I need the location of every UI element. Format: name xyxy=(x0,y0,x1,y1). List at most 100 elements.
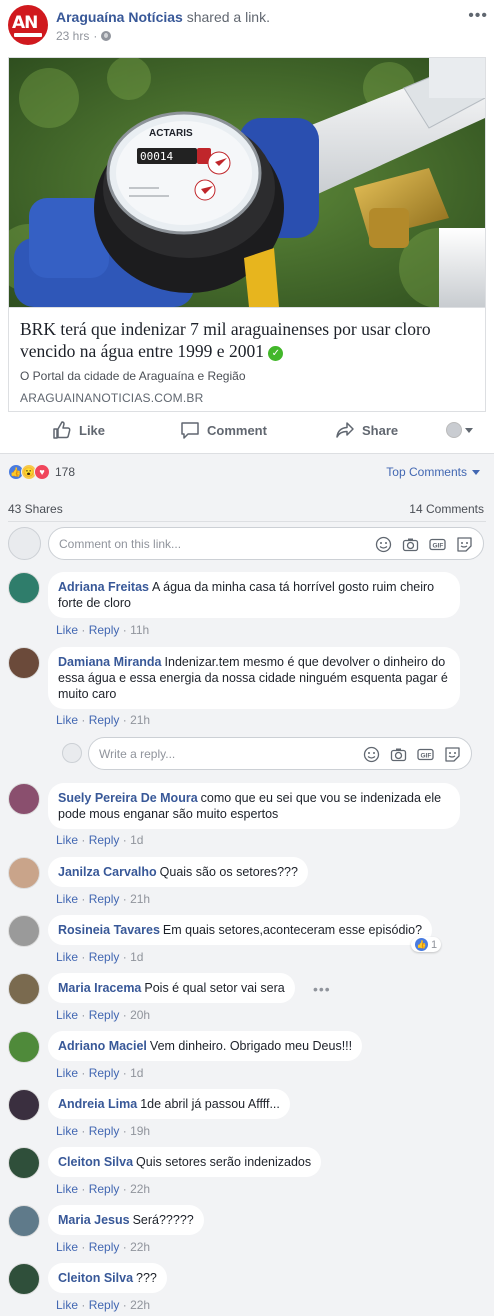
link-image[interactable]: ACTARIS 00014 xyxy=(9,58,485,307)
page-name-link[interactable]: Araguaína Notícias xyxy=(56,9,183,25)
globe-icon[interactable] xyxy=(101,31,112,41)
chevron-down-icon xyxy=(465,427,473,433)
comment-like-link[interactable]: Like xyxy=(56,833,78,847)
comment-time[interactable]: 22h xyxy=(130,1182,150,1196)
comment-time[interactable]: 20h xyxy=(130,1008,150,1022)
comment-text: Vem dinheiro. Obrigado meu Deus!!! xyxy=(149,1039,353,1053)
gif-icon[interactable]: GIF xyxy=(417,746,434,763)
gif-icon[interactable]: GIF xyxy=(429,536,446,553)
comment-time[interactable]: 1d xyxy=(130,833,143,847)
comment-like-link[interactable]: Like xyxy=(56,713,78,727)
comment-author[interactable]: Suely Pereira De Moura xyxy=(58,791,198,805)
comment-reply-link[interactable]: Reply xyxy=(89,1124,120,1138)
comment-like-link[interactable]: Like xyxy=(56,1066,78,1080)
post-as-selector[interactable] xyxy=(446,422,473,438)
comment-author[interactable]: Rosineia Tavares xyxy=(58,923,160,937)
commenter-avatar[interactable] xyxy=(8,1089,40,1121)
comment-like-link[interactable]: Like xyxy=(56,1182,78,1196)
comment-reply-link[interactable]: Reply xyxy=(89,1240,120,1254)
comment-button[interactable]: Comment xyxy=(180,420,267,440)
commenter-avatar[interactable] xyxy=(8,783,40,815)
commenter-avatar[interactable] xyxy=(8,973,40,1005)
commenter-avatar[interactable] xyxy=(8,857,40,889)
comment-time[interactable]: 1d xyxy=(130,950,143,964)
comment-sort-dropdown[interactable]: Top Comments xyxy=(386,465,480,479)
comment-like-link[interactable]: Like xyxy=(56,892,78,906)
shares-count[interactable]: 43 Shares xyxy=(8,502,63,516)
comment-reply-link[interactable]: Reply xyxy=(89,950,120,964)
shared-action-text: shared a link. xyxy=(186,9,270,25)
comment-text: Em quais setores,aconteceram esse episód… xyxy=(162,923,423,937)
comment-author[interactable]: Adriano Maciel xyxy=(58,1039,147,1053)
comment-reply-link[interactable]: Reply xyxy=(89,1182,120,1196)
comment-time[interactable]: 21h xyxy=(130,892,150,906)
comment-options-icon[interactable]: ••• xyxy=(313,981,331,997)
comment-time[interactable]: 19h xyxy=(130,1124,150,1138)
commenter-avatar[interactable] xyxy=(8,1205,40,1237)
comment-like-link[interactable]: Like xyxy=(56,1124,78,1138)
camera-icon[interactable] xyxy=(390,746,407,763)
comment-placeholder: Comment on this link... xyxy=(59,537,182,551)
comment-author[interactable]: Maria Jesus xyxy=(58,1213,130,1227)
commenter-avatar[interactable] xyxy=(8,572,40,604)
comment-meta: Like · Reply · 22h xyxy=(56,1240,151,1254)
comment-reply-link[interactable]: Reply xyxy=(89,833,120,847)
like-button[interactable]: Like xyxy=(52,420,105,440)
more-options-icon[interactable]: ••• xyxy=(468,7,488,25)
comment-author[interactable]: Cleiton Silva xyxy=(58,1155,133,1169)
reply-input[interactable]: Write a reply... GIF xyxy=(88,737,472,770)
comment-like-link[interactable]: Like xyxy=(56,1008,78,1022)
comment-reply-link[interactable]: Reply xyxy=(89,623,120,637)
emoji-icon[interactable] xyxy=(375,536,392,553)
comment-time[interactable]: 22h xyxy=(130,1240,150,1254)
sticker-icon[interactable] xyxy=(444,746,461,763)
comment-reply-link[interactable]: Reply xyxy=(89,713,120,727)
comments-count[interactable]: 14 Comments xyxy=(409,502,484,516)
commenter-avatar[interactable] xyxy=(8,915,40,947)
comment-label: Comment xyxy=(207,422,267,438)
page-avatar[interactable]: AN xyxy=(8,5,48,45)
sticker-icon[interactable] xyxy=(456,536,473,553)
commenter-avatar[interactable] xyxy=(8,1263,40,1295)
comment-reply-link[interactable]: Reply xyxy=(89,1066,120,1080)
comment-reply-link[interactable]: Reply xyxy=(89,892,120,906)
comment-bubble: Damiana Miranda Indenizar.tem mesmo é que… xyxy=(48,647,460,709)
emoji-icon[interactable] xyxy=(363,746,380,763)
comment-meta: Like · Reply · 11h xyxy=(56,623,150,637)
comment-time[interactable]: 1d xyxy=(130,1066,143,1080)
camera-icon[interactable] xyxy=(402,536,419,553)
share-label: Share xyxy=(362,422,399,438)
comment-author[interactable]: Janilza Carvalho xyxy=(58,865,157,879)
post-timestamp[interactable]: 23 hrs xyxy=(56,29,89,43)
comment-author[interactable]: Adriana Freitas xyxy=(58,580,149,594)
comment-time[interactable]: 21h xyxy=(130,713,150,727)
comments-section: 👍 😮 ♥ 178 Top Comments 43 Shares 14 Comm… xyxy=(0,453,494,1316)
share-button[interactable]: Share xyxy=(335,420,398,440)
comment-time[interactable]: 22h xyxy=(130,1298,150,1312)
comment-reply-link[interactable]: Reply xyxy=(89,1298,120,1312)
comment-time[interactable]: 11h xyxy=(130,623,149,637)
comment-author[interactable]: Maria Iracema xyxy=(58,981,141,995)
comment-like-link[interactable]: Like xyxy=(56,950,78,964)
comment-author[interactable]: Andreia Lima xyxy=(58,1097,137,1111)
comment-like-link[interactable]: Like xyxy=(56,1240,78,1254)
link-text-area[interactable]: BRK terá que indenizar 7 mil araguainens… xyxy=(9,307,485,411)
commenter-avatar[interactable] xyxy=(8,1031,40,1063)
comment-input[interactable]: Comment on this link... GIF xyxy=(48,527,484,560)
comment-reply-link[interactable]: Reply xyxy=(89,1008,120,1022)
reaction-summary[interactable]: 👍 😮 ♥ 178 xyxy=(8,464,75,480)
commenter-avatar[interactable] xyxy=(8,1147,40,1179)
viewer-avatar xyxy=(446,422,462,438)
commenter-avatar[interactable] xyxy=(8,647,40,679)
thumbs-up-icon xyxy=(53,421,71,439)
comment-like-link[interactable]: Like xyxy=(56,623,78,637)
comment-meta: Like · Reply · 20h xyxy=(56,1008,151,1022)
comment-author[interactable]: Damiana Miranda xyxy=(58,655,162,669)
post-title-line: Araguaína Notícias shared a link. xyxy=(56,9,270,25)
link-title[interactable]: BRK terá que indenizar 7 mil araguainens… xyxy=(20,318,475,362)
comment-reaction-count: 1 xyxy=(431,938,438,951)
comment-like-link[interactable]: Like xyxy=(56,1298,78,1312)
link-preview-card[interactable]: ACTARIS 00014 BRK terá que indenizar 7 m… xyxy=(8,57,486,412)
comment-reaction-badge[interactable]: 👍 1 xyxy=(411,937,442,952)
comment-author[interactable]: Cleiton Silva xyxy=(58,1271,133,1285)
